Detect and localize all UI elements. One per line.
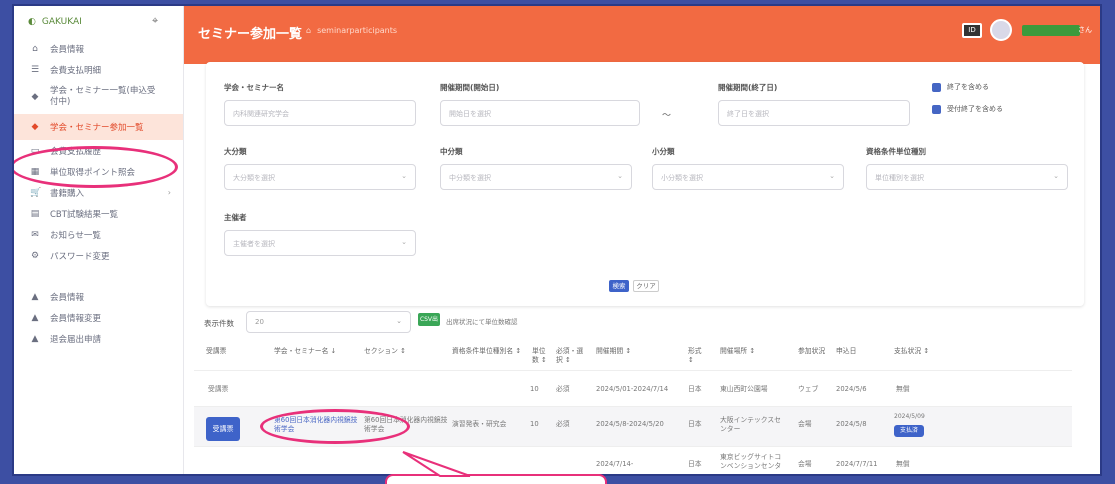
csv-export-button[interactable]: CSV出力 [418, 313, 440, 336]
chevron-down-icon: ⌄ [396, 317, 402, 325]
th-payment[interactable]: 支払状況 ↕ [894, 347, 929, 356]
seminar-icon: ◆ [31, 91, 39, 102]
table-header: 受講票 学会・セミナー名 ↓ セクション ↕ 資格条件単位種別名 ↕ 単位数 ↕… [194, 339, 1072, 371]
message-icon: ✉ [31, 229, 39, 240]
credit-type-label: 資格条件単位種別 [866, 147, 926, 156]
table-row: 2024/7/14- 日本 東京ビッグサイトコンベンションセンター 会場 202… [194, 447, 1072, 474]
person-icon: ▲ [31, 291, 39, 302]
chevron-right-icon: › [167, 188, 171, 197]
sidebar-item-news[interactable]: ✉ お知らせ一覧 [14, 224, 183, 245]
person-icon: ▲ [31, 333, 39, 344]
host-label: 主催者 [224, 213, 247, 222]
th-required[interactable]: 必須・選択 ↕ [556, 347, 584, 365]
person-icon: ▲ [31, 312, 39, 323]
home-icon[interactable]: ⌂ [306, 26, 311, 35]
include-finished-checkbox[interactable]: 終了を含める [932, 82, 989, 92]
user-name[interactable] [1022, 25, 1080, 36]
host-select[interactable]: 主催者を選択 ⌄ [224, 230, 416, 256]
list-icon: ☰ [30, 64, 40, 75]
rows-per-page-label: 表示件数 [204, 319, 234, 328]
home-icon: ⌂ [32, 43, 38, 54]
sidebar-item-account-edit[interactable]: ▲ 会員情報変更 [14, 307, 183, 328]
clear-button[interactable]: クリア [633, 280, 659, 292]
th-status: 参加状況 [798, 347, 826, 355]
seminar-name-input[interactable]: 内科関連研究学会 [224, 100, 416, 126]
th-ticket: 受講票 [206, 347, 227, 355]
app-window: ◐ GAKUKAI ⌖ ⌂ 会員情報 ☰ 会費支払明細 ◆ 学会・セミナー一覧(申込受… [12, 4, 1102, 476]
sidebar-item-account[interactable]: ▲ 会員情報 [14, 286, 183, 307]
end-date-label: 開催期間(終了日) [718, 83, 778, 92]
breadcrumb: ⌂ seminarparticipants [306, 26, 398, 35]
cart-icon: 🛒 [30, 187, 42, 198]
sidebar-item-cbt[interactable]: ▤ CBT試験結果一覧 [14, 203, 183, 224]
name-label: 学会・セミナー名 [224, 83, 284, 92]
small-category-label: 小分類 [652, 147, 675, 156]
avatar[interactable] [990, 19, 1012, 41]
th-period[interactable]: 開催期間 ↕ [596, 347, 631, 356]
sidebar-item-member-info[interactable]: ⌂ 会員情報 [14, 38, 183, 59]
callout-box [385, 474, 607, 484]
user-suffix: さん [1078, 26, 1092, 34]
paid-status-button[interactable]: 支払済 [894, 425, 924, 437]
table-row: 受講票 10 必須 2024/5/01-2024/7/14 日本 東山西町公園場… [194, 372, 1072, 407]
th-credit-type[interactable]: 資格条件単位種別名 ↕ [452, 347, 522, 356]
chevron-down-icon: ⌄ [617, 172, 623, 180]
middle-category-select[interactable]: 中分類を選択 ⌄ [440, 164, 632, 190]
small-category-select[interactable]: 小分類を選択 ⌄ [652, 164, 844, 190]
th-units[interactable]: 単位数 ↕ [532, 347, 552, 365]
id-card-icon[interactable]: ID [962, 23, 982, 38]
ticket-text: 受講票 [208, 385, 229, 393]
large-category-label: 大分類 [224, 147, 247, 156]
sidebar: ◐ GAKUKAI ⌖ ⌂ 会員情報 ☰ 会費支払明細 ◆ 学会・セミナー一覧(申込受… [14, 6, 184, 474]
range-separator: 〜 [662, 111, 672, 121]
sidebar-item-seminar-participation[interactable]: ◆ 学会・セミナー参加一覧 [14, 114, 183, 140]
chevron-down-icon: ⌄ [1053, 172, 1059, 180]
sidebar-item-seminar-list[interactable]: ◆ 学会・セミナー一覧(申込受付中) [14, 80, 183, 114]
key-icon: ⚙ [30, 250, 40, 261]
checkbox-checked-icon [932, 82, 941, 92]
checkbox-checked-icon [932, 104, 941, 114]
ticket-button[interactable]: 受講票 [206, 417, 240, 441]
th-venue[interactable]: 開催場所 ↕ [720, 347, 755, 356]
th-section[interactable]: セクション ↕ [364, 347, 406, 356]
header: セミナー参加一覧 ⌂ seminarparticipants ID さん [184, 6, 1100, 64]
search-button[interactable]: 検索 [609, 280, 629, 292]
logo[interactable]: ◐ GAKUKAI ⌖ [14, 6, 183, 38]
seminar-list-icon: ◆ [31, 122, 39, 132]
include-closed-checkbox[interactable]: 受付終了を含める [932, 104, 1003, 114]
start-date-label: 開催期間(開始日) [440, 83, 500, 92]
th-format[interactable]: 形式 ↕ [688, 347, 708, 365]
th-seminar-name[interactable]: 学会・セミナー名 ↓ [274, 347, 336, 356]
logo-icon: ◐ [28, 17, 36, 27]
middle-category-label: 中分類 [440, 147, 463, 156]
chevron-down-icon: ⌄ [401, 172, 407, 180]
end-date-input[interactable]: 終了日を選択 [718, 100, 910, 126]
sidebar-item-withdraw[interactable]: ▲ 退会届出申請 [14, 328, 183, 349]
large-category-select[interactable]: 大分類を選択 ⌄ [224, 164, 416, 190]
highlight-circle-seminar-link [260, 409, 410, 444]
filter-panel: 学会・セミナー名 内科関連研究学会 開催期間(開始日) 開始日を選択 〜 開催期… [206, 62, 1084, 306]
exam-icon: ▤ [30, 208, 40, 219]
page-title: セミナー参加一覧 [198, 27, 303, 42]
sidebar-item-fee-details[interactable]: ☰ 会費支払明細 [14, 59, 183, 80]
th-apply-date: 申込日 [836, 347, 857, 355]
chevron-down-icon: ⌄ [829, 172, 835, 180]
sidebar-item-password[interactable]: ⚙ パスワード変更 [14, 245, 183, 266]
credit-type-select[interactable]: 単位種別を選択 ⌄ [866, 164, 1068, 190]
pin-icon[interactable]: ⌖ [152, 14, 158, 28]
rows-per-page-select[interactable]: 20 ⌄ [246, 311, 411, 333]
chevron-down-icon: ⌄ [401, 238, 407, 246]
attendance-note: 出席状況にて単位数確認 [446, 318, 518, 326]
highlight-circle-sidebar [14, 146, 178, 188]
start-date-input[interactable]: 開始日を選択 [440, 100, 640, 126]
logo-text: GAKUKAI [41, 17, 82, 27]
